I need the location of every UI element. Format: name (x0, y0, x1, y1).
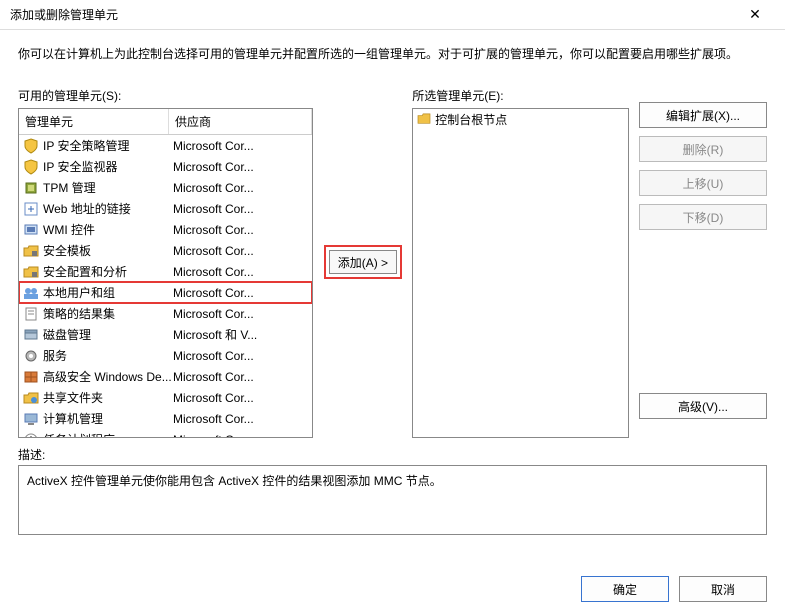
item-name: 策略的结果集 (43, 305, 173, 322)
wmi-icon (23, 222, 39, 238)
description-label: 描述: (0, 438, 785, 465)
description-text: ActiveX 控件管理单元使你能用包含 ActiveX 控件的结果视图添加 M… (27, 474, 442, 488)
edit-extensions-button[interactable]: 编辑扩展(X)... (639, 102, 767, 128)
computer-icon (23, 411, 39, 427)
item-name: 计算机管理 (43, 410, 173, 427)
description-box: ActiveX 控件管理单元使你能用包含 ActiveX 控件的结果视图添加 M… (18, 465, 767, 535)
main-area: 可用的管理单元(S): 管理单元 供应商 IP 安全策略管理Microsoft … (0, 87, 785, 438)
item-name: 安全配置和分析 (43, 263, 173, 280)
available-column: 可用的管理单元(S): 管理单元 供应商 IP 安全策略管理Microsoft … (18, 87, 313, 438)
close-icon[interactable]: ✕ (735, 1, 775, 29)
folder-lock-icon (23, 264, 39, 280)
gear-icon (23, 348, 39, 364)
users-icon (23, 285, 39, 301)
item-vendor: Microsoft 和 V... (173, 326, 308, 343)
item-name: 安全模板 (43, 242, 173, 259)
clock-icon (23, 432, 39, 439)
selected-label: 所选管理单元(E): (412, 87, 629, 104)
list-header: 管理单元 供应商 (19, 109, 312, 135)
item-vendor: Microsoft Cor... (173, 391, 308, 405)
side-buttons-column: 编辑扩展(X)... 删除(R) 上移(U) 下移(D) 高级(V)... (639, 87, 767, 438)
list-item[interactable]: 策略的结果集Microsoft Cor... (19, 303, 312, 324)
list-item[interactable]: IP 安全监视器Microsoft Cor... (19, 156, 312, 177)
remove-button: 删除(R) (639, 136, 767, 162)
move-up-button: 上移(U) (639, 170, 767, 196)
list-item[interactable]: Web 地址的链接Microsoft Cor... (19, 198, 312, 219)
item-name: IP 安全策略管理 (43, 137, 173, 154)
console-root-item[interactable]: 控制台根节点 (413, 109, 628, 129)
item-name: 磁盘管理 (43, 326, 173, 343)
col-header-vendor[interactable]: 供应商 (169, 109, 312, 134)
item-name: 服务 (43, 347, 173, 364)
item-vendor: Microsoft Cor... (173, 307, 308, 321)
list-item[interactable]: 磁盘管理Microsoft 和 V... (19, 324, 312, 345)
item-vendor: Microsoft Cor... (173, 412, 308, 426)
window-title: 添加或删除管理单元 (10, 6, 735, 23)
item-vendor: Microsoft Cor... (173, 139, 308, 153)
list-item[interactable]: 高级安全 Windows De...Microsoft Cor... (19, 366, 312, 387)
firewall-icon (23, 369, 39, 385)
item-vendor: Microsoft Cor... (173, 223, 308, 237)
available-list[interactable]: 管理单元 供应商 IP 安全策略管理Microsoft Cor...IP 安全监… (18, 108, 313, 438)
list-item[interactable]: WMI 控件Microsoft Cor... (19, 219, 312, 240)
disk-icon (23, 327, 39, 343)
item-vendor: Microsoft Cor... (173, 433, 308, 439)
item-vendor: Microsoft Cor... (173, 244, 308, 258)
item-vendor: Microsoft Cor... (173, 349, 308, 363)
list-item[interactable]: TPM 管理Microsoft Cor... (19, 177, 312, 198)
item-vendor: Microsoft Cor... (173, 181, 308, 195)
list-item[interactable]: 共享文件夹Microsoft Cor... (19, 387, 312, 408)
item-name: Web 地址的链接 (43, 200, 173, 217)
list-item[interactable]: 本地用户和组Microsoft Cor... (19, 282, 312, 303)
doc-icon (23, 306, 39, 322)
list-item[interactable]: 服务Microsoft Cor... (19, 345, 312, 366)
item-vendor: Microsoft Cor... (173, 286, 308, 300)
item-name: 本地用户和组 (43, 284, 173, 301)
available-label: 可用的管理单元(S): (18, 87, 313, 104)
item-name: 共享文件夹 (43, 389, 173, 406)
shield-yell-icon (23, 138, 39, 154)
chip-icon (23, 180, 39, 196)
add-button-highlight: 添加(A) > (326, 247, 400, 277)
footer-buttons: 确定 取消 (581, 576, 767, 602)
item-vendor: Microsoft Cor... (173, 202, 308, 216)
titlebar: 添加或删除管理单元 ✕ (0, 0, 785, 30)
middle-column: 添加(A) > (323, 87, 402, 438)
folder-lock-icon (23, 243, 39, 259)
add-button[interactable]: 添加(A) > (329, 250, 397, 274)
list-item[interactable]: 安全配置和分析Microsoft Cor... (19, 261, 312, 282)
col-header-name[interactable]: 管理单元 (19, 109, 169, 134)
move-down-button: 下移(D) (639, 204, 767, 230)
item-vendor: Microsoft Cor... (173, 160, 308, 174)
shield-yell-icon (23, 159, 39, 175)
item-name: IP 安全监视器 (43, 158, 173, 175)
item-name: TPM 管理 (43, 179, 173, 196)
list-item[interactable]: 安全模板Microsoft Cor... (19, 240, 312, 261)
item-name: WMI 控件 (43, 221, 173, 238)
selected-list[interactable]: 控制台根节点 (412, 108, 629, 438)
ok-button[interactable]: 确定 (581, 576, 669, 602)
list-item[interactable]: 任务计划程序Microsoft Cor... (19, 429, 312, 438)
cancel-button[interactable]: 取消 (679, 576, 767, 602)
item-name: 任务计划程序 (43, 431, 173, 438)
item-vendor: Microsoft Cor... (173, 370, 308, 384)
console-root-label: 控制台根节点 (435, 111, 507, 128)
item-vendor: Microsoft Cor... (173, 265, 308, 279)
instruction-text: 你可以在计算机上为此控制台选择可用的管理单元并配置所选的一组管理单元。对于可扩展… (0, 30, 785, 87)
share-icon (23, 390, 39, 406)
folder-icon (417, 113, 431, 125)
link-icon (23, 201, 39, 217)
advanced-button[interactable]: 高级(V)... (639, 393, 767, 419)
list-item[interactable]: 计算机管理Microsoft Cor... (19, 408, 312, 429)
item-name: 高级安全 Windows De... (43, 368, 173, 385)
selected-column: 所选管理单元(E): 控制台根节点 (412, 87, 629, 438)
list-item[interactable]: IP 安全策略管理Microsoft Cor... (19, 135, 312, 156)
